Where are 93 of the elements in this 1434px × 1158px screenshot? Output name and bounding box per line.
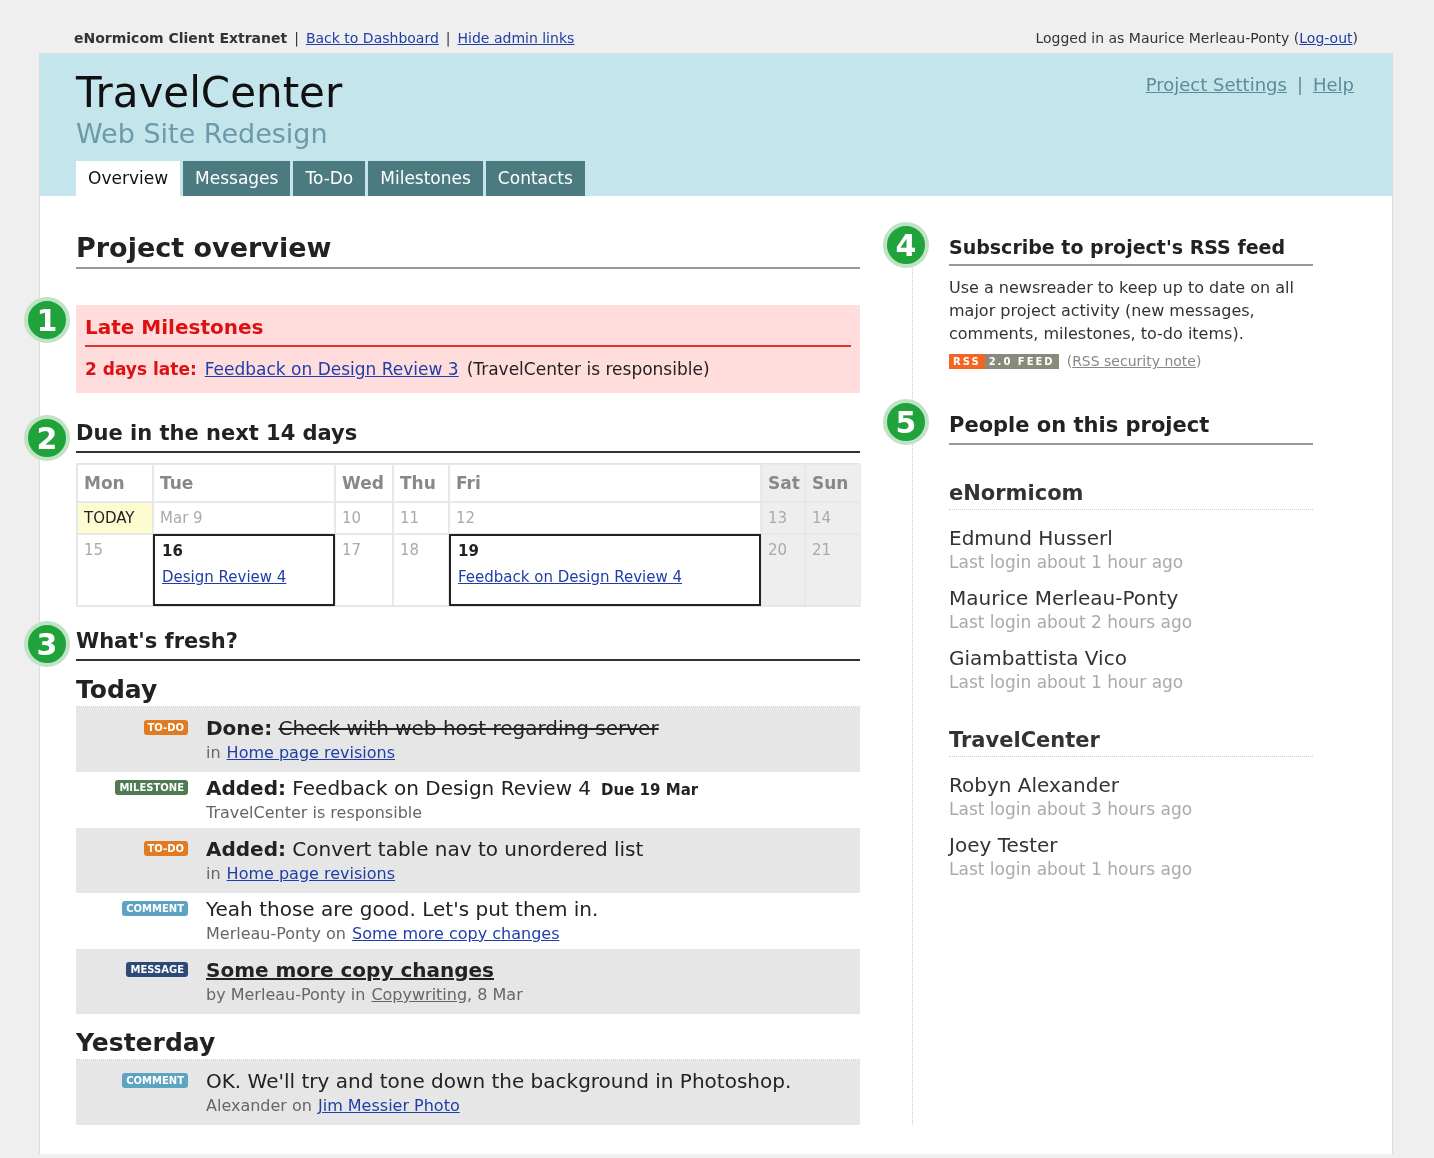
day-header: Mon	[77, 464, 153, 502]
nav-tab[interactable]: To-Do	[293, 161, 366, 196]
calendar-day: 10	[335, 502, 393, 534]
activity-meta: Alexander on	[206, 1096, 312, 1115]
activity-link[interactable]: Home page revisions	[226, 864, 395, 883]
calendar-day: 20	[761, 534, 805, 606]
activity-link[interactable]: Home page revisions	[226, 743, 395, 762]
activity-meta: in	[206, 864, 221, 883]
activity-meta: TravelCenter is responsible	[206, 803, 423, 822]
comment-text: OK. We'll try and tone down the background in Photoshop.	[206, 1069, 792, 1093]
type-tag: MILESTONE	[115, 780, 188, 795]
nav-tab[interactable]: Messages	[183, 161, 291, 196]
parenthesis: (	[1066, 353, 1073, 369]
last-login: Last login about 3 hours ago	[949, 799, 1194, 819]
step-number-badge: 2	[24, 415, 70, 461]
logout-link[interactable]: Log-out	[1299, 30, 1353, 46]
login-status: )	[1352, 30, 1358, 46]
milestone-link[interactable]: Feedback on Design Review 3	[204, 359, 459, 379]
calendar-day: 12	[449, 502, 761, 534]
message-link[interactable]: Some more copy changes	[206, 958, 494, 982]
person-name: Joey Tester	[949, 833, 1059, 857]
activity-meta: by Merleau-Ponty in	[206, 985, 366, 1004]
activity-meta: Merleau-Ponty on	[206, 924, 346, 943]
parenthesis: )	[1195, 353, 1202, 369]
calendar-event-cell: 16 Design Review 4	[153, 534, 335, 606]
calendar-day: 18	[393, 534, 449, 606]
activity-title: Done: Check with web host regarding server	[206, 716, 659, 740]
step-number-badge: 1	[24, 297, 70, 343]
last-login: Last login about 1 hour ago	[949, 552, 1185, 572]
today-cell: TODAY	[77, 502, 153, 534]
page-heading: Project overview	[76, 232, 860, 269]
last-login: Last login about 1 hours ago	[949, 859, 1194, 879]
calendar-day: 21	[805, 534, 861, 606]
person-name: Giambattista Vico	[949, 646, 1128, 670]
event-link[interactable]: Design Review 4	[162, 568, 287, 586]
activity-link[interactable]: Copywriting	[371, 985, 468, 1004]
day-header: Tue	[153, 464, 335, 502]
section-heading: Due in the next 14 days	[76, 421, 860, 453]
lateness-label: 2 days late:	[85, 359, 197, 379]
person-name: Maurice Merleau-Ponty	[949, 586, 1180, 610]
rss-description: Use a newsreader to keep up to date on all major project activity (new messages, comments, milestones, to-do items).	[949, 277, 1295, 345]
nav-tab[interactable]: Overview	[76, 161, 181, 196]
day-header: Thu	[393, 464, 449, 502]
step-number-badge: 5	[883, 399, 929, 445]
nav-tab[interactable]: Contacts	[485, 161, 585, 196]
section-heading: Subscribe to project's RSS feed	[949, 236, 1313, 266]
separator: |	[294, 30, 299, 46]
person-name: Edmund Husserl	[949, 526, 1114, 550]
section-heading: What's fresh?	[76, 629, 860, 661]
day-header: Sat	[761, 464, 805, 502]
person-name: Robyn Alexander	[949, 773, 1120, 797]
nav-tab[interactable]: Milestones	[368, 161, 483, 196]
security-note-link[interactable]: RSS security note	[1072, 353, 1196, 369]
step-number-badge: 4	[883, 222, 929, 268]
separator: |	[445, 30, 451, 46]
day-header: Fri	[449, 464, 761, 502]
section-heading: People on this project	[949, 413, 1313, 445]
activity-title: Added: Feedback on Design Review 4 Due 19 Mar	[206, 776, 699, 800]
responsible-note: (TravelCenter is responsible)	[466, 359, 710, 379]
site-name: eNormicom Client Extranet	[74, 30, 288, 46]
type-tag: MESSAGE	[126, 962, 188, 977]
day-header: Sun	[805, 464, 861, 502]
calendar-day: 13	[761, 502, 805, 534]
calendar-day: 15	[77, 534, 153, 606]
nav-link[interactable]: Hide admin links	[457, 30, 575, 46]
activity-date: , 8 Mar	[467, 985, 523, 1004]
calendar-day: Mar 9	[153, 502, 335, 534]
company-name: TravelCenter	[949, 728, 1313, 757]
step-number-badge: 3	[24, 621, 70, 667]
calendar-day: 14	[805, 502, 861, 534]
day-header: Wed	[335, 464, 393, 502]
nav-link[interactable]: Back to Dashboard	[305, 30, 439, 46]
comment-text: Yeah those are good. Let's put them in.	[206, 897, 599, 921]
event-link[interactable]: Feedback on Design Review 4	[458, 568, 683, 586]
project-title: TravelCenter	[76, 70, 344, 116]
calendar-event-cell: 19 Feedback on Design Review 4	[449, 534, 761, 606]
activity-title: Added: Convert table nav to unordered list	[206, 837, 644, 861]
type-tag: TO-DO	[143, 720, 188, 735]
project-subtitle: Web Site Redesign	[76, 118, 329, 149]
separator: |	[1296, 74, 1303, 97]
activity-link[interactable]: Some more copy changes	[352, 924, 560, 943]
type-tag: COMMENT	[122, 1073, 188, 1088]
activity-link[interactable]: Jim Messier Photo	[317, 1096, 460, 1115]
type-tag: COMMENT	[122, 901, 188, 916]
last-login: Last login about 1 hour ago	[949, 672, 1185, 692]
calendar-day: 11	[393, 502, 449, 534]
last-login: Last login about 2 hours ago	[949, 612, 1194, 632]
company-name: eNormicom	[949, 481, 1313, 510]
section-heading: Late Milestones	[85, 315, 851, 347]
type-tag: TO-DO	[143, 841, 188, 856]
activity-meta: in	[206, 743, 221, 762]
calendar-day: 17	[335, 534, 393, 606]
login-status: Logged in as Maurice Merleau-Ponty (	[1035, 30, 1300, 46]
